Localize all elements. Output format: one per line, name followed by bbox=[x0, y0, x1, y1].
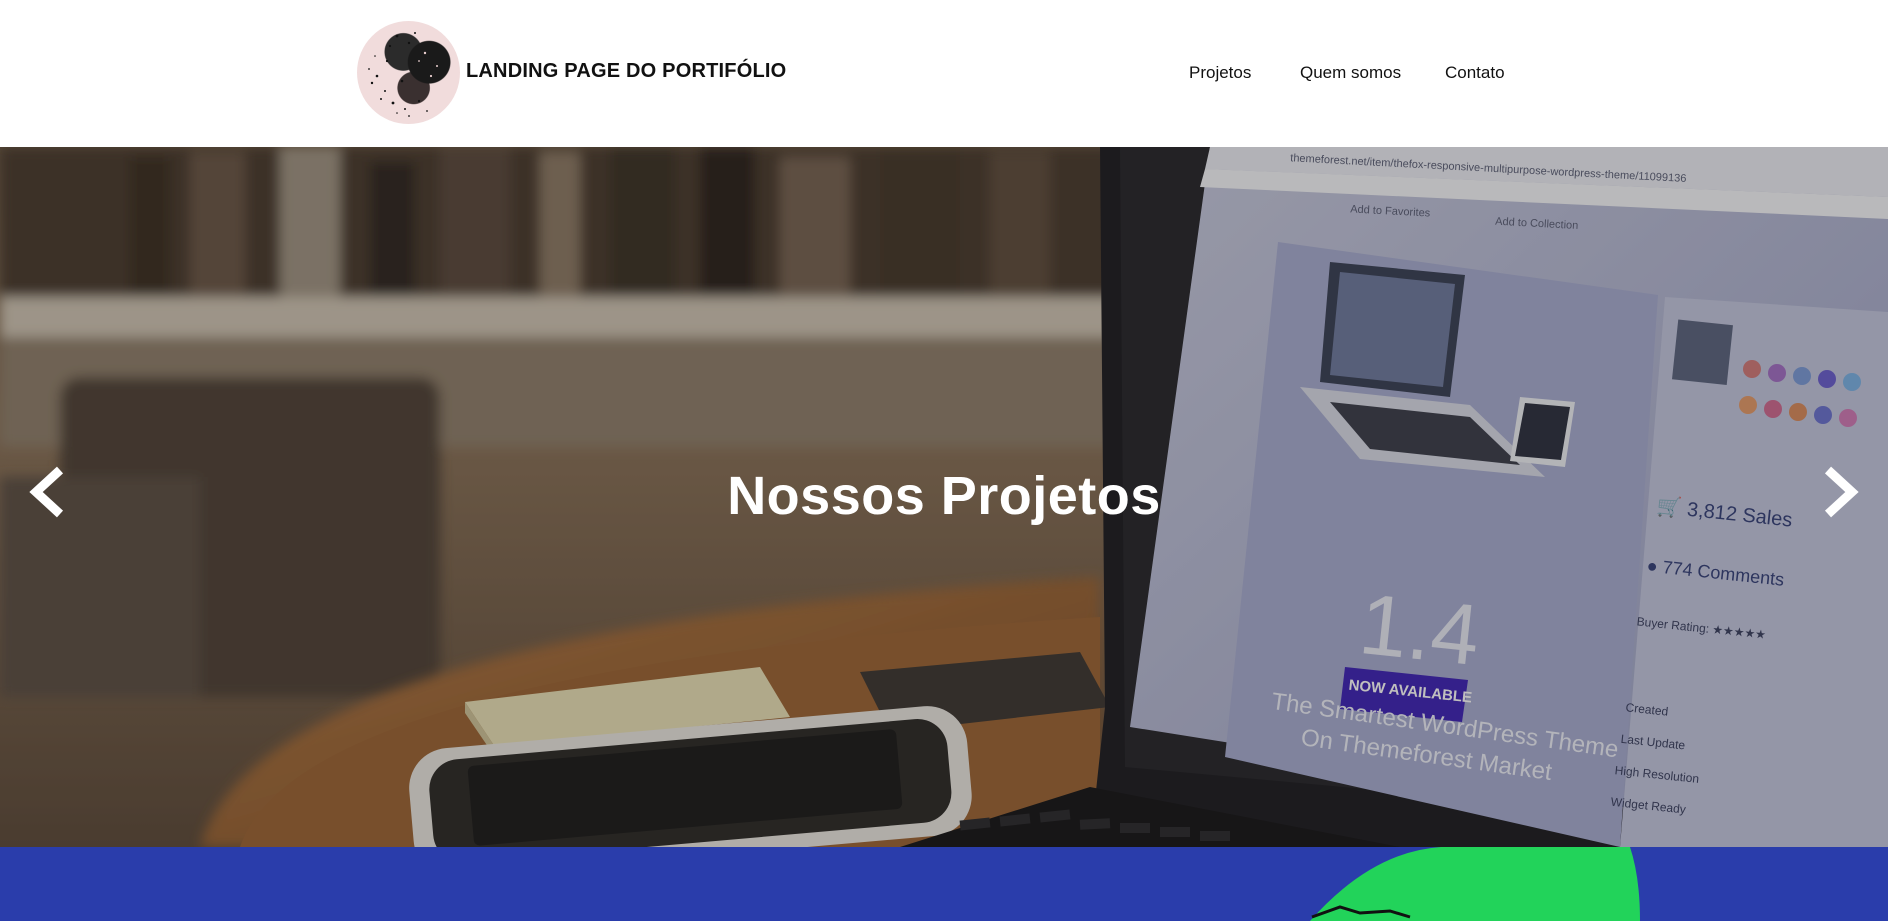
chevron-left-icon bbox=[29, 466, 64, 518]
hero-carousel: 1.4 NOW AVAILABLE The Smartest WordPress… bbox=[0, 147, 1888, 847]
chevron-right-icon bbox=[1824, 466, 1859, 518]
carousel-next-button[interactable] bbox=[1814, 462, 1864, 522]
next-section-band bbox=[0, 847, 1888, 921]
nav-link-quem-somos[interactable]: Quem somos bbox=[1300, 63, 1401, 83]
carousel-prev-button[interactable] bbox=[24, 462, 74, 522]
nav-link-contato[interactable]: Contato bbox=[1445, 63, 1505, 83]
nav-link-projetos[interactable]: Projetos bbox=[1189, 63, 1251, 83]
site-header: LANDING PAGE DO PORTIFÓLIO Projetos Quem… bbox=[0, 0, 1888, 147]
brand-title[interactable]: LANDING PAGE DO PORTIFÓLIO bbox=[466, 60, 786, 83]
hero-title: Nossos Projetos bbox=[727, 466, 1161, 526]
decorative-green-shape bbox=[1310, 847, 1640, 921]
logo-avatar-icon[interactable] bbox=[357, 21, 460, 124]
